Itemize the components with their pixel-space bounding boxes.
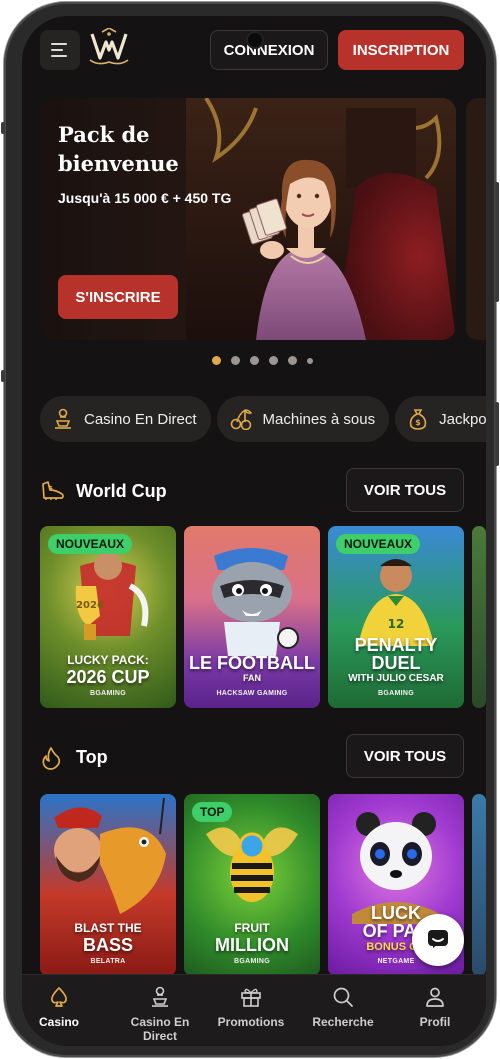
game-title: LE FOOTBALL — [189, 653, 315, 673]
app-screen: CONNEXION INSCRIPTION Pack de bienvenue … — [22, 16, 486, 1046]
see-all-button[interactable]: VOIR TOUS — [346, 468, 464, 512]
new-badge: NOUVEAUX — [336, 534, 421, 554]
carousel-dots — [212, 356, 313, 365]
volume-button — [495, 182, 499, 302]
chip-label: Casino En Direct — [84, 410, 197, 428]
dealer-icon — [55, 408, 71, 429]
chip-machines-a-sous[interactable]: Machines à sous — [216, 396, 390, 442]
money-bag-icon: $ — [409, 409, 427, 430]
register-button[interactable]: S'INSCRIRE — [58, 275, 178, 319]
signup-button[interactable]: INSCRIPTION — [338, 30, 464, 70]
section-header-top: Top VOIR TOUS — [40, 734, 464, 780]
chat-button[interactable] — [412, 914, 464, 966]
game-row-world-cup: 2026 NOUVEAUX LUCKY PACK: 2026 CUP BGAMI… — [40, 526, 486, 708]
chip-label: Machines à sous — [262, 410, 376, 428]
game-title: BASS — [82, 935, 133, 955]
game-title: 2026 CUP — [66, 667, 150, 687]
bottom-navigation: Casino Casino En Direct Promotions Reche… — [22, 974, 486, 1046]
nav-casino-en-direct[interactable]: Casino En Direct — [113, 985, 207, 1043]
power-button — [495, 402, 499, 466]
game-card[interactable]: TOP FRUIT MILLION BGAMING — [184, 794, 320, 976]
user-icon — [426, 987, 444, 1007]
front-camera — [248, 33, 262, 47]
next-banner-peek[interactable] — [466, 98, 486, 340]
game-provider: BGAMING — [234, 958, 270, 965]
nav-recherche[interactable]: Recherche — [297, 985, 389, 1029]
nav-label: Profil — [419, 1015, 451, 1029]
game-provider: BGAMING — [90, 690, 126, 697]
banner-subtitle: Jusqu'à 15 000 € + 450 TG — [58, 190, 232, 206]
game-title: LUCKY PACK: — [67, 653, 149, 667]
dealer-icon — [152, 986, 168, 1007]
game-title: DUEL — [371, 653, 421, 673]
phone-frame: CONNEXION INSCRIPTION Pack de bienvenue … — [1, 2, 499, 1057]
section-title: World Cup — [76, 481, 167, 501]
login-button[interactable]: CONNEXION — [210, 30, 328, 70]
nav-label: Casino — [38, 1015, 79, 1029]
game-provider: BELATRA — [90, 958, 126, 965]
nav-profil[interactable]: Profil — [389, 985, 481, 1029]
game-title: MILLION — [215, 935, 289, 955]
w-crown-logo-icon[interactable] — [86, 27, 132, 68]
game-card[interactable]: 12 NOUVEAUX PENALTY DUEL WITH JULIO CESA… — [328, 526, 464, 708]
game-card[interactable]: BLAST THE BASS BELATRA — [40, 794, 176, 976]
nav-label: Promotions — [217, 1015, 285, 1029]
section-header-world-cup: World Cup VOIR TOUS — [40, 468, 464, 514]
game-card[interactable]: LE FOOTBALL FAN HACKSAW GAMING — [184, 526, 320, 708]
nav-promotions[interactable]: Promotions — [205, 985, 297, 1029]
game-title: FAN — [243, 673, 261, 683]
carousel-dot[interactable] — [307, 357, 313, 364]
side-button — [1, 122, 5, 134]
gift-icon — [241, 988, 261, 1007]
banner-illustration — [186, 98, 456, 340]
nav-label: Casino En Direct — [130, 1015, 190, 1043]
spade-icon — [51, 987, 67, 1007]
app-header: CONNEXION INSCRIPTION — [22, 16, 486, 86]
carousel-dot[interactable] — [288, 356, 297, 365]
section-title: Top — [76, 747, 108, 767]
game-title: FRUIT — [234, 921, 270, 935]
chip-casino-en-direct[interactable]: Casino En Direct — [40, 396, 211, 442]
carousel-dot[interactable] — [269, 356, 278, 365]
carousel-dot[interactable] — [212, 356, 221, 365]
side-button — [1, 370, 5, 382]
banner-title: Pack de bienvenue — [58, 120, 218, 178]
game-card-peek[interactable] — [472, 794, 486, 976]
hamburger-menu-icon[interactable] — [40, 30, 80, 70]
chat-bubble-icon — [428, 930, 448, 948]
game-provider: HACKSAW GAMING — [216, 690, 288, 697]
football-boot-icon — [42, 481, 64, 500]
flame-icon — [42, 747, 61, 770]
banner-title-line: bienvenue — [58, 151, 179, 176]
svg-text:2026: 2026 — [76, 600, 104, 611]
welcome-banner[interactable]: Pack de bienvenue Jusqu'à 15 000 € + 450… — [40, 98, 456, 340]
game-provider: BGAMING — [378, 690, 414, 697]
game-card-peek[interactable] — [472, 526, 486, 708]
nav-label: Recherche — [312, 1015, 374, 1029]
banner-title-line: Pack de — [58, 122, 150, 147]
see-all-button[interactable]: VOIR TOUS — [346, 734, 464, 778]
top-badge: TOP — [192, 802, 233, 822]
cherries-icon — [230, 409, 252, 430]
game-title: BLAST THE — [74, 921, 142, 935]
search-icon — [333, 987, 353, 1007]
svg-text:$: $ — [415, 418, 421, 427]
game-title: WITH JULIO CESAR — [348, 673, 444, 684]
chip-jackpots[interactable]: $ Jackpots — [395, 396, 486, 442]
new-badge: NOUVEAUX — [48, 534, 133, 554]
carousel-dot[interactable] — [250, 356, 259, 365]
game-card[interactable]: 2026 NOUVEAUX LUCKY PACK: 2026 CUP BGAMI… — [40, 526, 176, 708]
carousel-dot[interactable] — [231, 356, 240, 365]
category-chips: Casino En Direct Machines à sous $ Jackp… — [40, 396, 486, 442]
svg-text:12: 12 — [388, 617, 405, 631]
chip-label: Jackpots — [439, 410, 486, 428]
nav-casino[interactable]: Casino — [22, 985, 105, 1029]
